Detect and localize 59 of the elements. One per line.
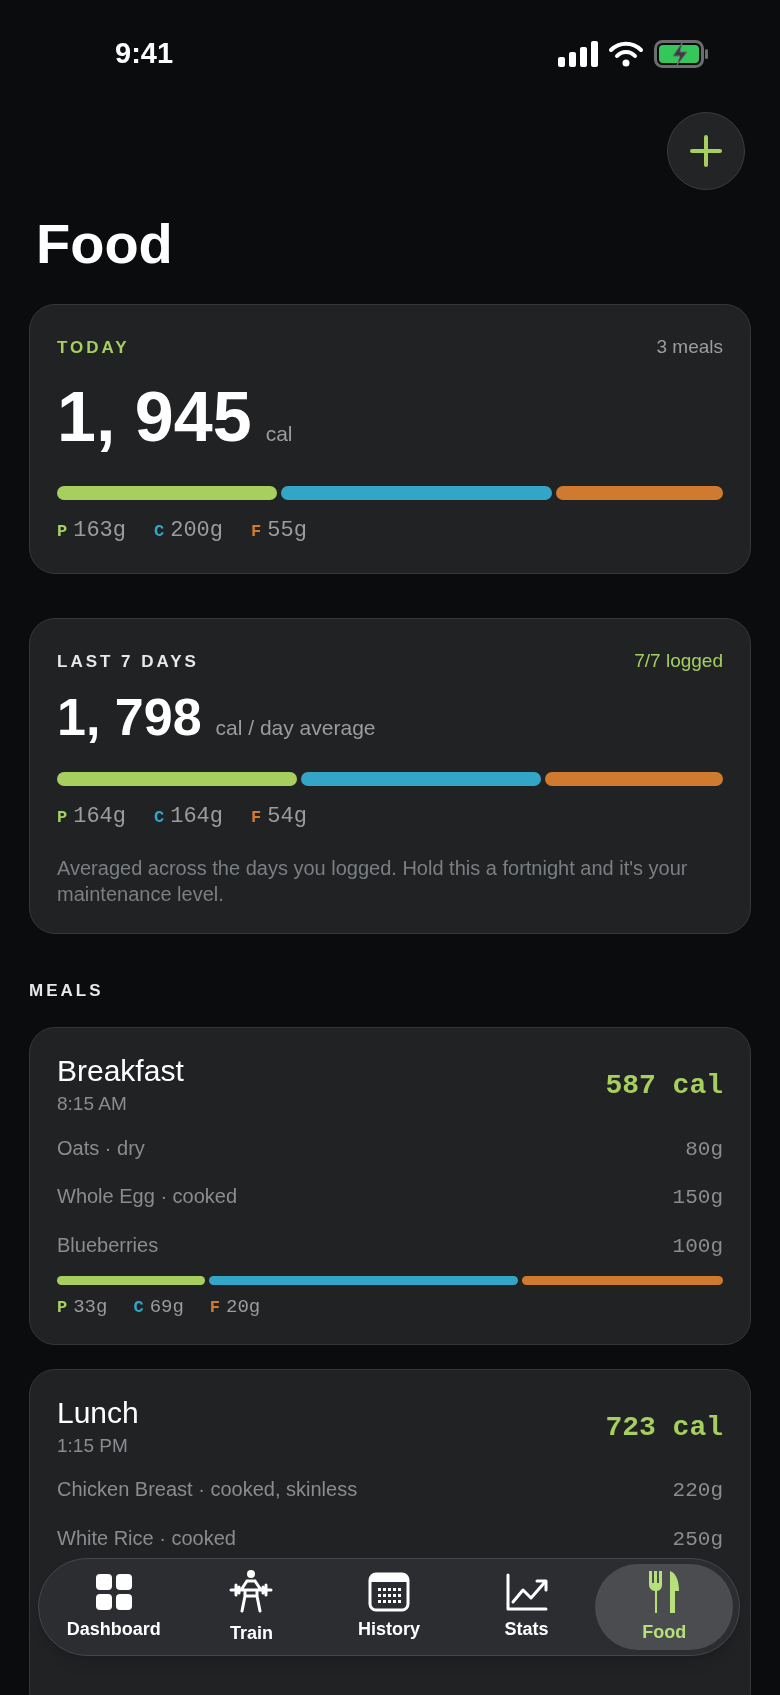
food-name: Blueberries [57, 1232, 159, 1258]
macro-letter: F [209, 1297, 221, 1319]
tab[interactable]: Dashboard [45, 1564, 183, 1650]
card-meta: 3 meals [656, 335, 723, 359]
macro-letter: C [154, 806, 165, 829]
macro-letter: P [57, 806, 68, 829]
calorie-unit: cal [265, 420, 293, 447]
section-heading: MEALS [29, 979, 105, 1002]
macro-letter: F [251, 520, 262, 543]
meal-name: Lunch [57, 1395, 139, 1430]
macro-letter: C [154, 520, 165, 543]
note-text: Averaged across the days you logged. Hold this a fortnight and it's your maintenance level. [57, 855, 689, 907]
calorie-total: 1, 945 [57, 381, 252, 452]
signal-icon [558, 40, 598, 67]
calorie-unit: cal / day average [215, 715, 376, 741]
food-amount: 100g [672, 1233, 723, 1260]
meal-time: 8:15 AM [57, 1092, 128, 1116]
meal-time: 1:15 PM [57, 1433, 129, 1458]
card-meta: 7/7 logged [634, 648, 723, 673]
battery-icon [654, 39, 710, 68]
food-name: Chicken Breast · cooked, skinless [57, 1477, 358, 1502]
macro-amount: 164g [73, 802, 126, 831]
macro-amount: 69g [149, 1295, 184, 1320]
food-amount: 250g [672, 1526, 723, 1553]
macro-amount: 54g [267, 802, 307, 831]
macro-amount: 20g [226, 1295, 261, 1320]
food-name: Oats · dry [57, 1135, 145, 1161]
meal-card[interactable]: Breakfast 8:15 AM 587 cal Oats · dry 80g Whole Egg · cooked 150g Blueberries 100g P 33g C 69g F 20g [29, 1027, 751, 1345]
meal-calories: 587 cal [605, 1069, 723, 1104]
macro-amount: 164g [170, 802, 224, 831]
macro-letter: P [57, 1297, 68, 1319]
meal-calories: 723 cal [605, 1410, 723, 1445]
macro-amount: 200g [170, 516, 224, 545]
macro-amount: 55g [267, 516, 307, 545]
meal-name: Breakfast [57, 1054, 184, 1088]
tab[interactable]: Train [182, 1564, 321, 1650]
food-name: Whole Egg · cooked [57, 1184, 238, 1209]
plus-icon [689, 134, 723, 168]
food-amount: 150g [672, 1185, 723, 1211]
food-amount: 220g [672, 1478, 723, 1504]
calorie-total: 1, 798 [57, 691, 202, 743]
chart-icon [504, 1571, 549, 1612]
food-name: White Rice · cooked [57, 1525, 236, 1551]
calendar-icon [368, 1571, 410, 1612]
card-label: TODAY [57, 337, 130, 359]
page-title: Food [36, 216, 174, 272]
macro-letter: C [133, 1297, 144, 1319]
macro-letter: F [251, 806, 262, 829]
macro-letter: P [57, 520, 68, 543]
wifi-icon [608, 40, 644, 67]
card-label: LAST 7 DAYS [57, 650, 199, 673]
grid-icon [93, 1571, 134, 1612]
status-time: 9:41 [115, 35, 174, 71]
tab[interactable]: Stats [457, 1564, 596, 1650]
macro-amount: 163g [73, 516, 126, 545]
macro-amount: 33g [73, 1295, 108, 1320]
tab[interactable]: Food [595, 1564, 733, 1650]
tab[interactable]: History [320, 1564, 458, 1650]
food-amount: 80g [685, 1136, 723, 1163]
